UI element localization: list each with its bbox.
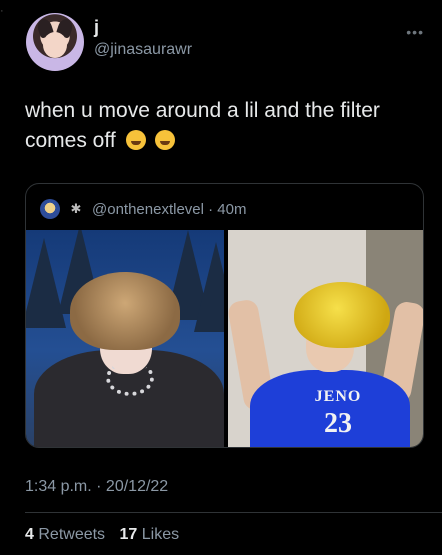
retweets-count: 4	[25, 526, 34, 543]
edge-artifact: ·	[0, 5, 4, 17]
divider	[25, 512, 442, 513]
rolling-on-floor-laughing-icon	[125, 130, 146, 150]
avatar-face	[43, 32, 67, 58]
jersey-number: 23	[324, 408, 352, 439]
spider-icon: ✱	[70, 201, 82, 216]
weary-face-icon	[155, 130, 176, 150]
retweets-label: Retweets	[38, 526, 106, 543]
display-name[interactable]: j	[94, 17, 99, 38]
quoted-handle-time[interactable]: @onthenextlevel · 40m	[92, 201, 246, 218]
quoted-tweet-header: ✱ @onthenextlevel · 40m	[40, 199, 246, 219]
ellipsis-icon[interactable]: •••	[406, 24, 424, 40]
tweet-body: when u move around a lil and the filter …	[25, 99, 380, 152]
chain-necklace	[106, 360, 154, 396]
tree-shape	[194, 242, 224, 332]
likes-count: 17	[119, 526, 138, 543]
photo-yellow-hat[interactable]: JENO 23	[228, 230, 423, 447]
jersey-name: JENO	[314, 388, 362, 405]
photo-fur-hat[interactable]	[26, 230, 224, 447]
likes-stat[interactable]: 17 Likes	[120, 526, 180, 543]
fur-hat	[70, 272, 180, 350]
quoted-tweet[interactable]: ✱ @onthenextlevel · 40m JENO 23	[25, 183, 424, 448]
tweet-timestamp[interactable]: 1:34 p.m. · 20/12/22	[25, 478, 168, 496]
engagement-stats: 4 Retweets 17 Likes	[25, 526, 189, 544]
user-handle[interactable]: @jinasaurawr	[94, 41, 192, 59]
quoted-avatar[interactable]	[40, 199, 60, 219]
tweet-text: when u move around a lil and the filter …	[25, 96, 425, 156]
retweets-stat[interactable]: 4 Retweets	[25, 526, 105, 543]
yellow-hat	[294, 282, 390, 348]
likes-label: Likes	[141, 526, 180, 543]
avatar[interactable]	[26, 13, 84, 71]
